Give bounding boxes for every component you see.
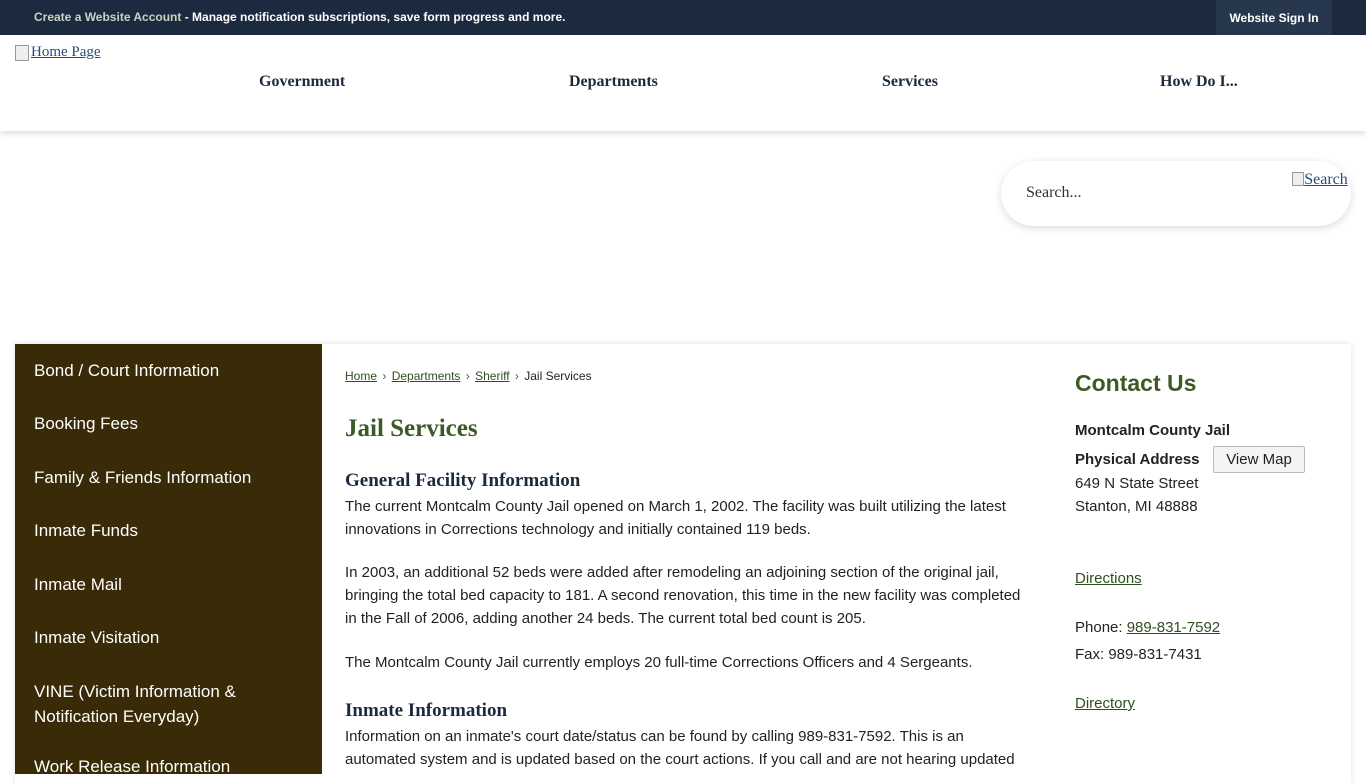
breadcrumb-departments[interactable]: Departments — [392, 369, 461, 383]
paragraph-inmate-info: Information on an inmate's court date/st… — [345, 728, 1015, 768]
directory-link-row: Directory — [1075, 695, 1135, 712]
paragraph-renovation: In 2003, an additional 52 beds were adde… — [345, 564, 1021, 627]
breadcrumb-separator: › — [514, 369, 519, 383]
address-street: 649 N State Street — [1075, 475, 1199, 492]
breadcrumb: Home › Departments › Sheriff › Jail Serv… — [345, 369, 592, 383]
create-account-link[interactable]: Create a Website Account — [34, 10, 181, 24]
directory-link[interactable]: Directory — [1075, 695, 1135, 712]
phone-row: Phone: 989-831-7592 — [1075, 619, 1220, 636]
directions-link-row: Directions — [1075, 570, 1142, 587]
nav-departments[interactable]: Departments — [569, 73, 658, 91]
address-label: Physical Address — [1075, 451, 1200, 468]
sidebar-item-inmate-funds[interactable]: Inmate Funds — [34, 518, 284, 543]
contact-title: Contact Us — [1075, 370, 1197, 396]
sidebar-item-inmate-mail[interactable]: Inmate Mail — [34, 572, 284, 597]
contact-name: Montcalm County Jail — [1075, 422, 1231, 439]
sidebar-item-family-friends[interactable]: Family & Friends Information — [34, 465, 284, 490]
sidebar-item-inmate-visitation[interactable]: Inmate Visitation — [34, 625, 284, 650]
logo-alt-text: Home Page — [31, 44, 101, 60]
sidebar-item-booking-fees[interactable]: Booking Fees — [34, 411, 284, 436]
sidebar-item-vine[interactable]: VINE (Victim Information & Notification … — [34, 679, 284, 729]
directions-link[interactable]: Directions — [1075, 570, 1142, 587]
top-bar: Create a Website Account - Manage notifi… — [0, 0, 1366, 35]
nav-services[interactable]: Services — [882, 73, 938, 91]
search-icon — [1292, 172, 1305, 186]
breadcrumb-current: Jail Services — [524, 369, 592, 383]
sidebar-item-work-release[interactable]: Work Release Information — [34, 754, 284, 779]
search-button[interactable]: Search — [1291, 169, 1349, 191]
section-heading-facility: General Facility Information — [345, 470, 581, 491]
view-map-button[interactable]: View Map — [1213, 446, 1305, 473]
section-heading-inmate: Inmate Information — [345, 700, 508, 721]
nav-government[interactable]: Government — [259, 73, 345, 91]
phone-label: Phone: — [1075, 619, 1127, 636]
breadcrumb-separator: › — [382, 369, 387, 383]
paragraph-opened: The current Montcalm County Jail opened … — [345, 498, 1006, 538]
sign-in-button[interactable]: Website Sign In — [1216, 0, 1332, 35]
site-header: Home Page Government Departments Service… — [0, 35, 1366, 131]
nav-how-do-i[interactable]: How Do I... — [1160, 73, 1238, 91]
phone-link[interactable]: 989-831-7592 — [1127, 619, 1220, 636]
breadcrumb-separator: › — [465, 369, 470, 383]
search-button-alt: Search — [1304, 171, 1348, 188]
broken-image-icon — [15, 44, 29, 61]
account-message-text: - Manage notification subscriptions, sav… — [181, 10, 566, 24]
page-title: Jail Services — [345, 415, 478, 442]
fax-number: Fax: 989-831-7431 — [1075, 646, 1202, 663]
address-city: Stanton, MI 48888 — [1075, 498, 1198, 515]
sidebar-item-bond-court[interactable]: Bond / Court Information — [34, 358, 284, 383]
search-box: Search... Search — [1001, 161, 1351, 226]
paragraph-staff: The Montcalm County Jail currently emplo… — [345, 654, 973, 671]
home-page-logo[interactable]: Home Page — [15, 44, 101, 61]
account-message: Create a Website Account - Manage notifi… — [34, 10, 565, 24]
search-input[interactable]: Search... — [1026, 184, 1082, 202]
breadcrumb-sheriff[interactable]: Sheriff — [475, 369, 509, 383]
breadcrumb-home[interactable]: Home — [345, 369, 377, 383]
